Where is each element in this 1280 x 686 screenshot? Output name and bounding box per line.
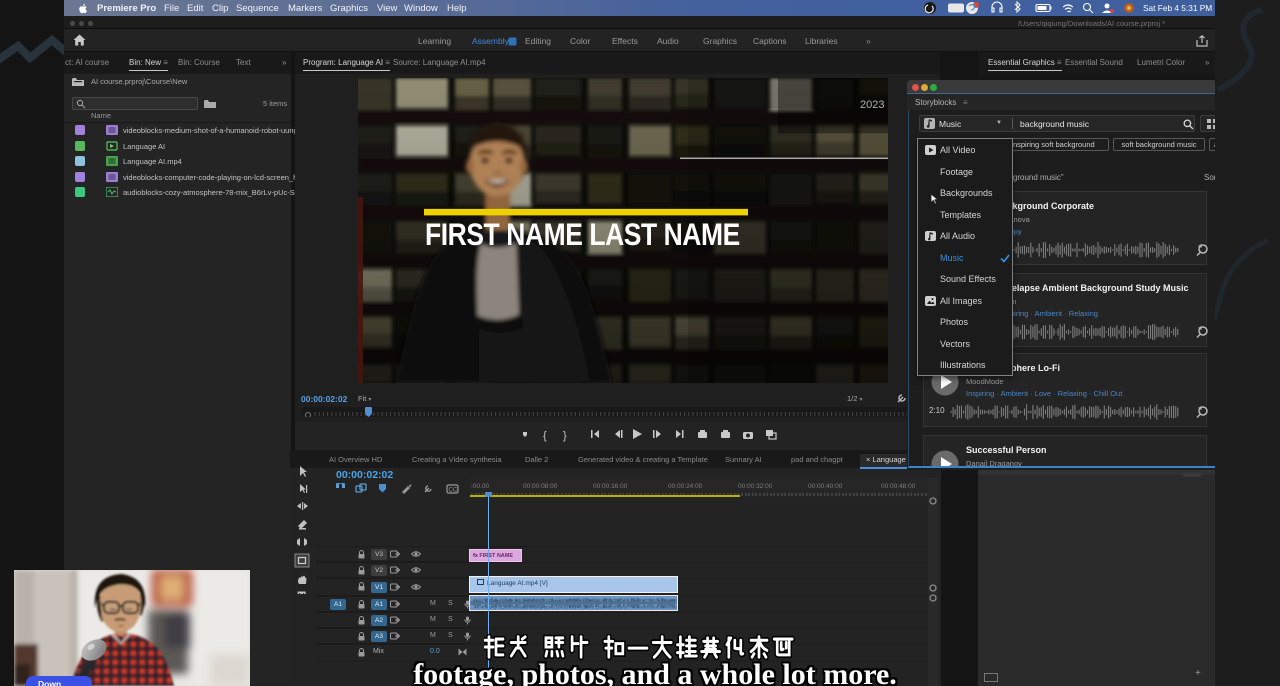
- svg-text:4K 4Rkz-zy AEnok-sorvalle-e: 4K 4Rkz-zy AEnok-sorvalle-enterp-strsc-1…: [474, 605, 677, 610]
- svg-text:FIRST NAME LAST NAME: FIRST NAME LAST NAME: [425, 218, 740, 253]
- svg-text:CC: CC: [449, 488, 458, 494]
- svg-text:Sat Feb 4 5:31 PM: Sat Feb 4 5:31 PM: [1143, 3, 1212, 13]
- svg-text:{: {: [543, 430, 547, 442]
- svg-text:}: }: [563, 430, 567, 442]
- svg-text:T: T: [298, 590, 306, 594]
- svg-text:fx 1xMhz-ay AEnok-sorvalle-: fx 1xMhz-ay AEnok-sorvalle-enterp-strsc-…: [474, 598, 677, 603]
- svg-text:2023: 2023: [860, 99, 884, 111]
